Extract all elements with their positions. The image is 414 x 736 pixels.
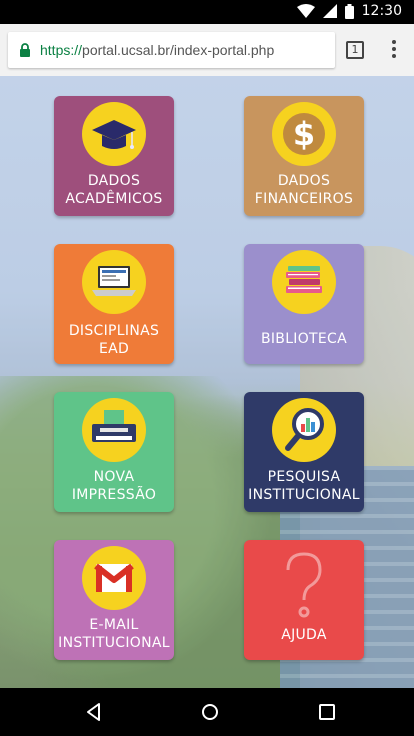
tile-label-line-1: DADOS xyxy=(277,173,331,189)
status-icons: 12:30 xyxy=(296,3,402,19)
tile-label: BIBLIOTECA xyxy=(244,330,364,348)
tile-ajuda[interactable]: AJUDA xyxy=(244,540,364,660)
tile-label: DADOS FINANCEIROS xyxy=(244,172,364,208)
tile-label-line-2: IMPRESSÃO xyxy=(71,487,157,503)
status-bar: 12:30 xyxy=(0,0,414,24)
tile-label-line-1: DISCIPLINAS xyxy=(68,323,160,339)
page-content: DADOS ACADÊMICOS $ DADOS FINANCEIROS DIS… xyxy=(0,76,414,688)
tile-pesquisa-institucional[interactable]: PESQUISA INSTITUCIONAL xyxy=(244,392,364,512)
menu-dot-icon xyxy=(392,40,396,44)
printer-icon xyxy=(82,398,146,462)
tab-switcher-button[interactable]: 1 xyxy=(346,41,364,59)
tile-label-line-1: BIBLIOTECA xyxy=(260,331,348,347)
tile-label-line-2: FINANCEIROS xyxy=(254,191,354,207)
tile-nova-impressao[interactable]: NOVA IMPRESSÃO xyxy=(54,392,174,512)
recent-apps-icon[interactable] xyxy=(315,700,339,724)
browser-toolbar: https://portal.ucsal.br/index-portal.php… xyxy=(0,24,414,76)
lock-icon xyxy=(20,43,30,57)
menu-dot-icon xyxy=(392,47,396,51)
question-icon xyxy=(274,548,334,622)
tile-disciplinas-ead[interactable]: DISCIPLINAS EAD xyxy=(54,244,174,364)
system-navigation-bar xyxy=(0,688,414,736)
books-icon xyxy=(272,250,336,314)
tile-label-line-2: INSTITUCIONAL xyxy=(58,635,170,651)
battery-icon xyxy=(344,3,354,19)
tile-dados-academicos[interactable]: DADOS ACADÊMICOS xyxy=(54,96,174,216)
tile-label: DISCIPLINAS EAD xyxy=(54,322,174,358)
gmail-icon xyxy=(82,546,146,610)
svg-text:$: $ xyxy=(293,115,315,153)
tile-label: PESQUISA INSTITUCIONAL xyxy=(244,468,364,504)
magnifier-icon xyxy=(272,398,336,462)
tile-label: NOVA IMPRESSÃO xyxy=(54,468,174,504)
signal-icon xyxy=(322,4,337,18)
tile-label: E-MAIL INSTITUCIONAL xyxy=(54,616,174,652)
overflow-menu-button[interactable] xyxy=(386,40,402,60)
url-text: https://portal.ucsal.br/index-portal.php xyxy=(40,42,274,58)
tile-label-line-1: PESQUISA xyxy=(267,469,341,485)
tile-label: AJUDA xyxy=(244,626,364,644)
tile-label-line-1: AJUDA xyxy=(281,627,327,643)
home-icon[interactable] xyxy=(198,700,222,724)
back-icon[interactable] xyxy=(82,700,106,724)
tile-biblioteca[interactable]: BIBLIOTECA xyxy=(244,244,364,364)
wifi-icon xyxy=(296,4,315,18)
graduation-cap-icon xyxy=(82,102,146,166)
tile-dados-financeiros[interactable]: $ DADOS FINANCEIROS xyxy=(244,96,364,216)
dollar-icon: $ xyxy=(272,102,336,166)
tile-label-line-1: DADOS xyxy=(87,173,141,189)
menu-dot-icon xyxy=(392,54,396,58)
laptop-icon xyxy=(82,250,146,314)
tile-label-line-2: EAD xyxy=(98,341,130,357)
tile-email-institucional[interactable]: E-MAIL INSTITUCIONAL xyxy=(54,540,174,660)
tile-label-line-1: NOVA xyxy=(93,469,135,485)
status-time: 12:30 xyxy=(361,3,402,19)
url-host-path: portal.ucsal.br/index-portal.php xyxy=(82,42,275,58)
tile-label-line-1: E-MAIL xyxy=(89,617,139,633)
tile-label: DADOS ACADÊMICOS xyxy=(54,172,174,208)
address-bar[interactable]: https://portal.ucsal.br/index-portal.php xyxy=(8,32,335,68)
url-scheme: https:// xyxy=(40,42,83,58)
tile-label-line-2: INSTITUCIONAL xyxy=(248,487,360,503)
tile-label-line-2: ACADÊMICOS xyxy=(65,191,163,207)
